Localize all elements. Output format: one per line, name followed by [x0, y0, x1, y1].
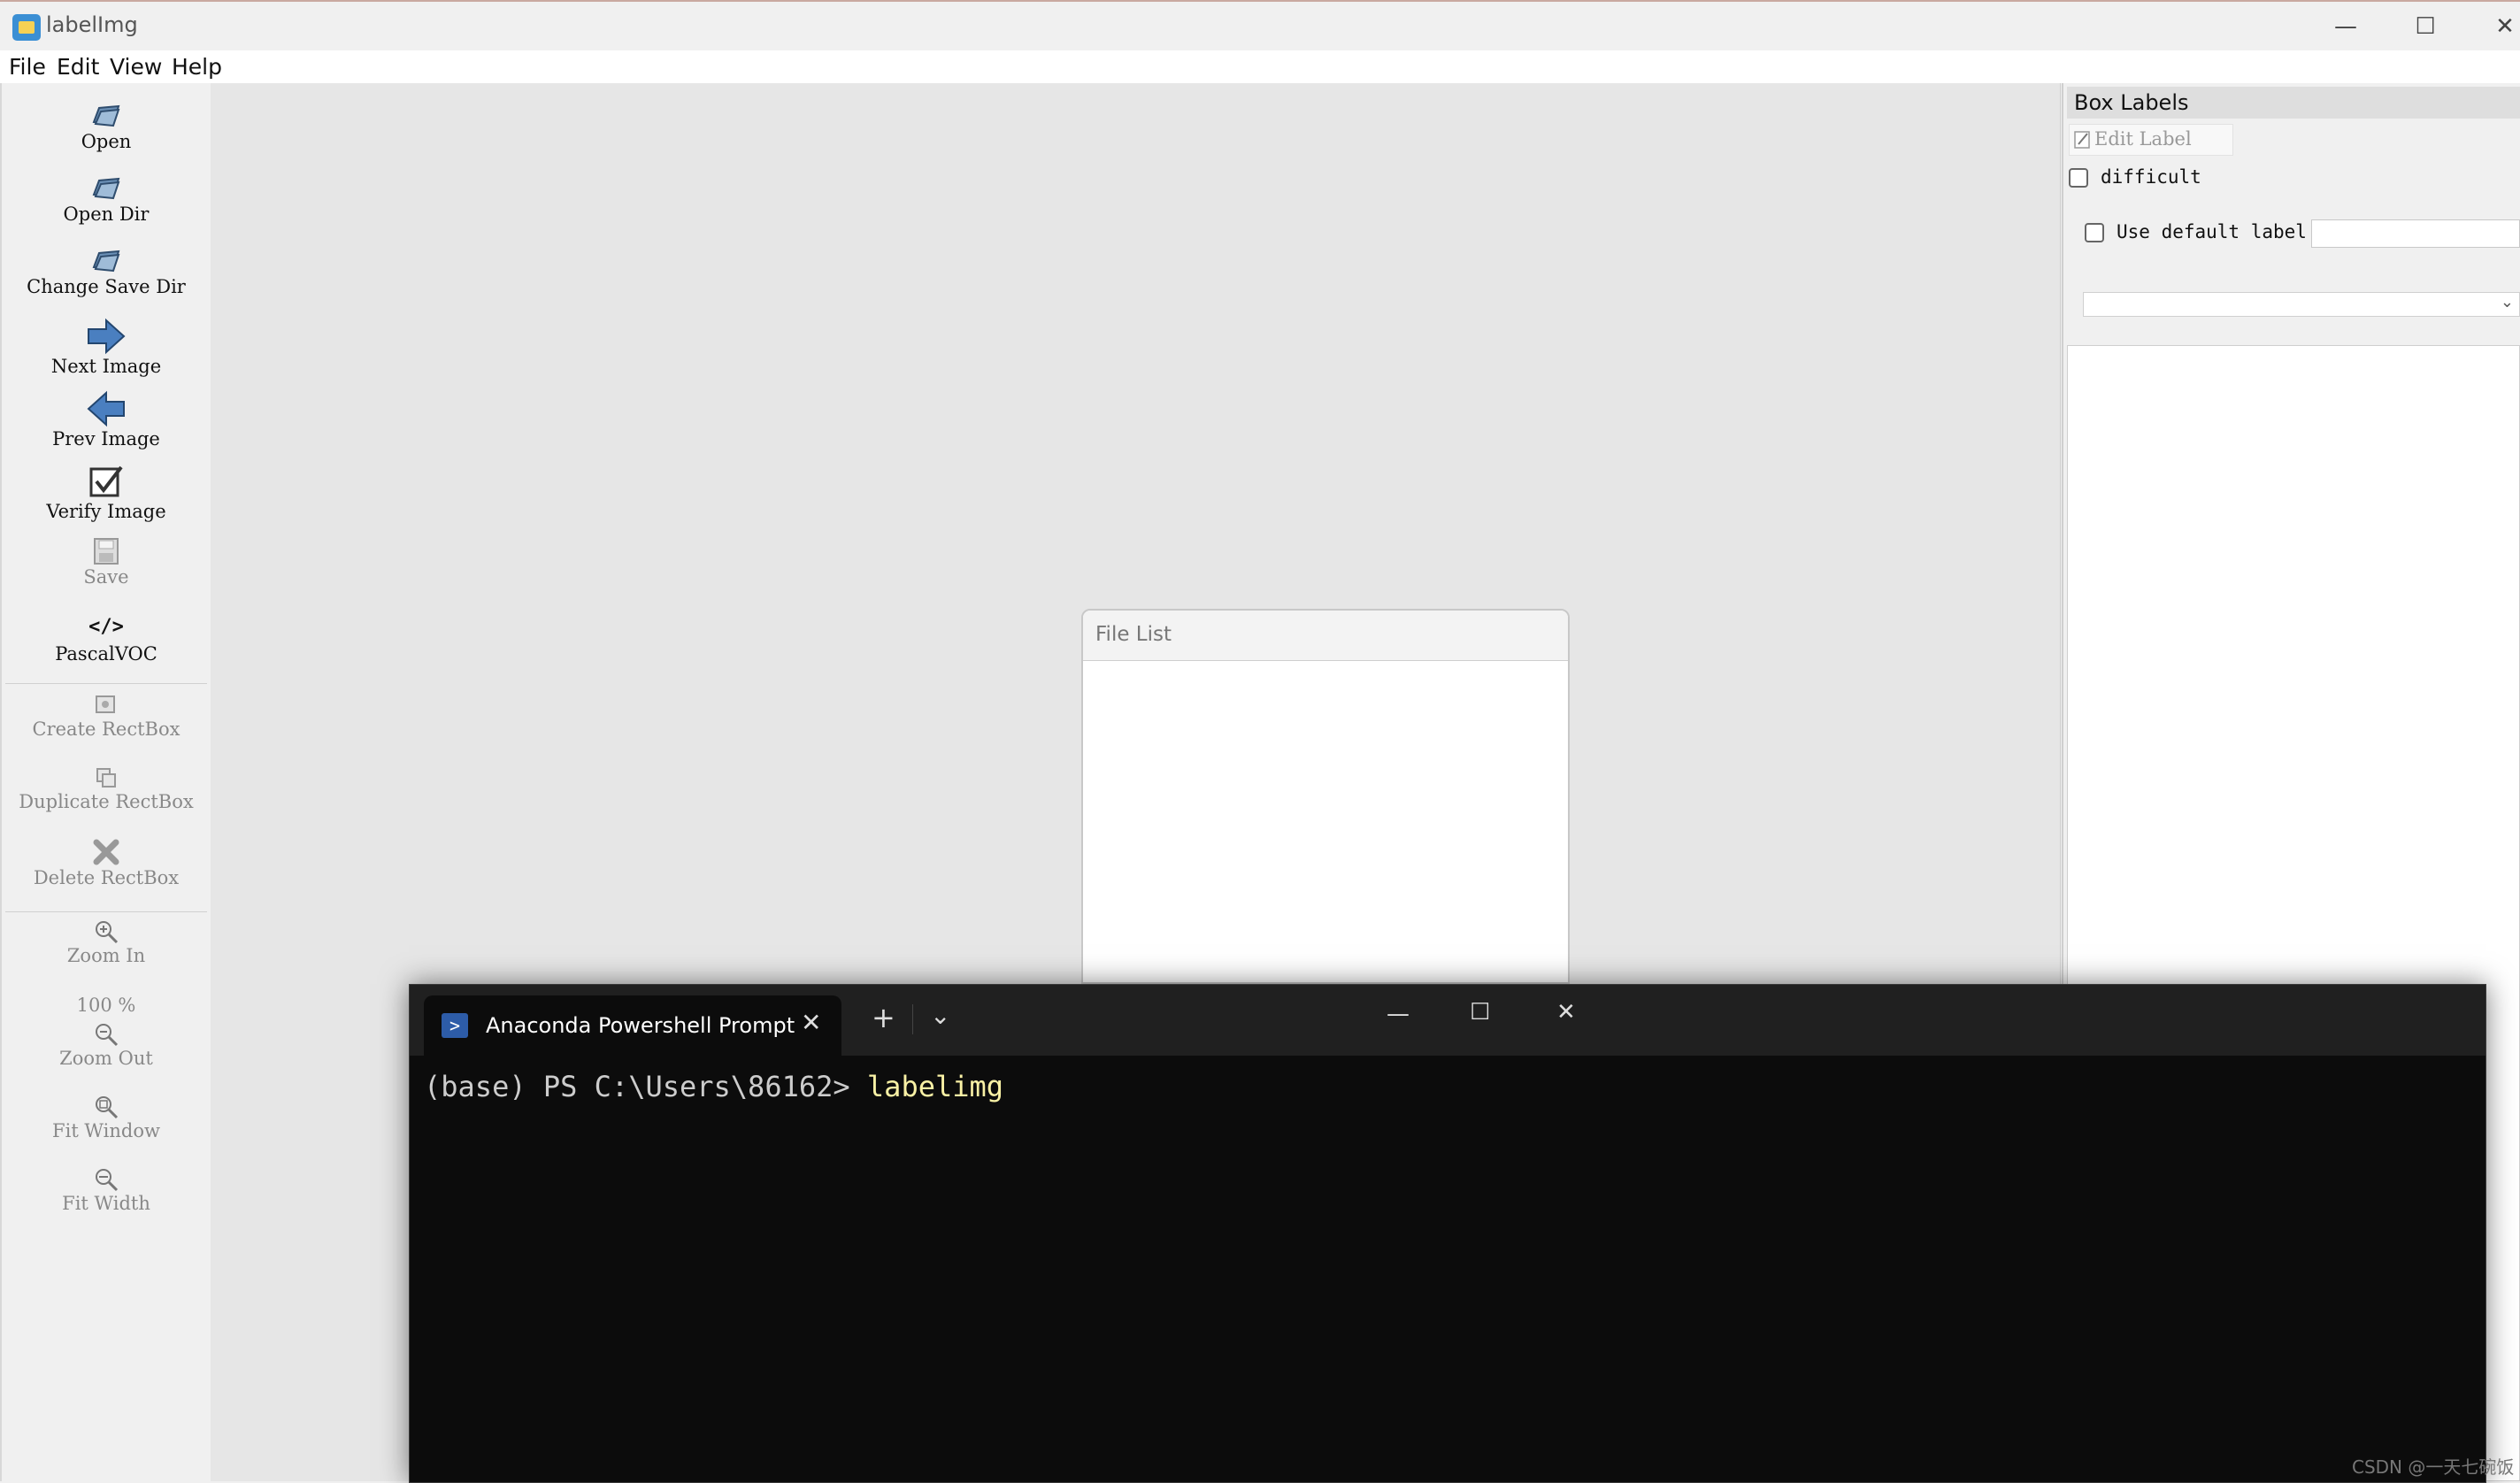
terminal-prompt: (base) PS C:\Users\86162>: [424, 1070, 867, 1103]
chevron-down-icon[interactable]: ⌄: [930, 1001, 950, 1030]
default-label-input[interactable]: [2311, 219, 2520, 248]
chevron-down-icon: ⌄: [2500, 293, 2514, 311]
terminal-tab-title: Anaconda Powershell Prompt: [486, 1013, 795, 1038]
terminal-tab[interactable]: > Anaconda Powershell Prompt ✕: [424, 995, 841, 1056]
use-default-label-checkbox[interactable]: [2085, 223, 2104, 242]
open-dir-label: Open Dir: [63, 204, 150, 225]
menu-view[interactable]: View: [110, 54, 162, 80]
edit-label-button[interactable]: Edit Label: [2069, 124, 2233, 156]
change-save-dir-button[interactable]: Change Save Dir: [2, 244, 211, 297]
minimize-button[interactable]: —: [2306, 2, 2386, 51]
powershell-icon: >: [442, 1013, 468, 1038]
menubar: File Edit View Help: [0, 50, 2520, 83]
fit-window-button[interactable]: Fit Window: [2, 1094, 211, 1141]
floppy-disk-icon: [94, 538, 119, 565]
toolbar-separator: [5, 911, 207, 912]
watermark: CSDN @一天七碗饭: [2352, 1456, 2515, 1478]
fit-width-icon: [96, 1169, 119, 1192]
menu-edit[interactable]: Edit: [57, 54, 99, 80]
create-rect-icon: [96, 695, 115, 713]
verify-image-button[interactable]: Verify Image: [2, 464, 211, 522]
zoom-in-button[interactable]: Zoom In: [2, 918, 211, 966]
tab-separator: [912, 1004, 913, 1034]
toolbar-separator: [5, 683, 207, 684]
arrow-left-icon: [87, 390, 125, 427]
terminal-window: > Anaconda Powershell Prompt ✕ + ⌄ — ☐ ✕…: [409, 984, 2486, 1483]
fit-window-label: Fit Window: [52, 1120, 160, 1141]
new-tab-icon[interactable]: +: [872, 1001, 895, 1034]
zoom-out-button[interactable]: Zoom Out: [2, 1021, 211, 1069]
save-label: Save: [83, 566, 129, 588]
terminal-tabbar: > Anaconda Powershell Prompt ✕ + ⌄ — ☐ ✕: [410, 985, 2485, 1056]
fit-width-button[interactable]: Fit Width: [2, 1166, 211, 1214]
format-toggle-button[interactable]: </> PascalVOC: [2, 616, 211, 665]
format-label: PascalVOC: [55, 643, 158, 665]
edit-label-text: Edit Label: [2094, 128, 2192, 150]
file-list[interactable]: [1083, 662, 1568, 982]
save-button[interactable]: Save: [2, 536, 211, 588]
close-tab-icon[interactable]: ✕: [801, 1008, 821, 1037]
delete-x-icon: [93, 839, 119, 865]
checkbox-checked-icon: [89, 465, 123, 497]
terminal-output[interactable]: (base) PS C:\Users\86162> labelimg: [424, 1070, 1003, 1103]
left-toolbar: Open Open Dir Change Save Dir Next Image…: [0, 83, 212, 1481]
folder-icon: [92, 104, 120, 127]
maximize-button[interactable]: ☐: [2386, 2, 2465, 51]
zoom-out-label: Zoom Out: [59, 1048, 153, 1069]
change-save-dir-label: Change Save Dir: [27, 276, 186, 297]
code-icon: </>: [88, 616, 124, 638]
zoom-level-value: 100 %: [76, 995, 136, 1016]
difficult-checkbox[interactable]: [2069, 168, 2088, 188]
menu-help[interactable]: Help: [172, 54, 222, 80]
prev-image-label: Prev Image: [52, 428, 160, 450]
duplicate-icon: [96, 768, 116, 788]
terminal-command: labelimg: [866, 1070, 1004, 1103]
close-button[interactable]: ✕: [2465, 2, 2520, 51]
open-label: Open: [81, 131, 132, 152]
zoom-in-label: Zoom In: [66, 945, 146, 966]
delete-rectbox-button[interactable]: Delete RectBox: [2, 837, 211, 888]
duplicate-rectbox-button[interactable]: Duplicate RectBox: [2, 765, 211, 812]
fit-width-label: Fit Width: [62, 1193, 150, 1214]
terminal-minimize-button[interactable]: —: [1387, 1001, 1410, 1027]
window-title: labelImg: [46, 12, 138, 37]
fit-window-icon: [96, 1096, 119, 1119]
terminal-close-button[interactable]: ✕: [1556, 999, 1576, 1026]
zoom-out-icon: [96, 1024, 119, 1047]
next-image-button[interactable]: Next Image: [2, 317, 211, 377]
duplicate-rectbox-label: Duplicate RectBox: [19, 791, 194, 812]
create-rectbox-button[interactable]: Create RectBox: [2, 692, 211, 740]
zoom-level-spinner[interactable]: 100 %: [2, 995, 211, 1016]
window-titlebar: labelImg — ☐ ✕: [0, 0, 2520, 52]
labelimg-app-icon: [12, 14, 41, 41]
file-list-dock: File List: [1081, 609, 1570, 984]
box-labels-title: Box Labels: [2067, 87, 2520, 119]
next-image-label: Next Image: [50, 356, 162, 377]
label-combobox[interactable]: ⌄: [2083, 292, 2520, 317]
menu-file[interactable]: File: [9, 54, 46, 80]
folder-icon: [92, 177, 120, 200]
create-rectbox-label: Create RectBox: [32, 718, 181, 740]
arrow-right-icon: [88, 318, 126, 355]
use-default-label-text: Use default label: [2117, 221, 2307, 242]
file-list-title: File List: [1095, 623, 1172, 646]
prev-image-button[interactable]: Prev Image: [2, 389, 211, 450]
file-list-header: File List: [1083, 611, 1568, 661]
open-dir-button[interactable]: Open Dir: [2, 172, 211, 225]
verify-image-label: Verify Image: [46, 501, 166, 522]
terminal-maximize-button[interactable]: ☐: [1470, 999, 1490, 1026]
zoom-in-icon: [96, 921, 119, 944]
delete-rectbox-label: Delete RectBox: [33, 867, 180, 888]
open-button[interactable]: Open: [2, 99, 211, 152]
difficult-label: difficult: [2101, 166, 2201, 188]
folder-icon: [92, 250, 120, 273]
edit-pencil-icon: [2074, 131, 2090, 149]
